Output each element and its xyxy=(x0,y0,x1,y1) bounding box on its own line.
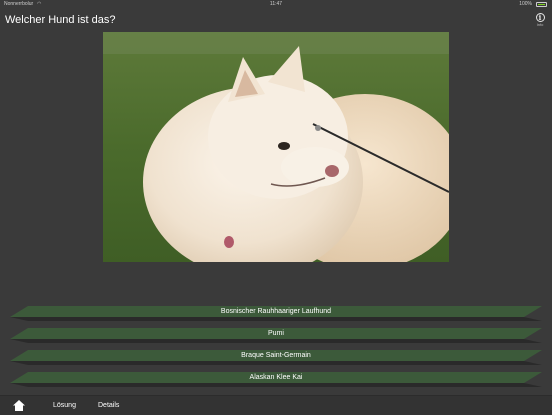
answer-label-2: Pumi xyxy=(268,330,284,337)
answer-button-4[interactable]: Alaskan Klee Kai xyxy=(10,372,542,387)
info-icon: i xyxy=(535,13,545,22)
answer-label-3: Braque Saint-Germain xyxy=(241,352,311,359)
battery-icon xyxy=(536,2,547,7)
page-title: Welcher Hund ist das? xyxy=(5,14,116,26)
info-button[interactable]: i Info xyxy=(533,13,547,27)
bottom-toolbar: Lösung Details xyxy=(0,395,552,415)
status-bar: Nonnerrbolur ◠ 11:47 100% xyxy=(0,0,552,9)
info-label: Info xyxy=(536,22,544,27)
solution-button[interactable]: Lösung xyxy=(53,396,76,415)
answer-label-4: Alaskan Klee Kai xyxy=(249,374,303,381)
details-button[interactable]: Details xyxy=(98,396,119,415)
dog-photo xyxy=(103,32,449,262)
battery-percent: 100% xyxy=(519,1,532,7)
answer-button-3[interactable]: Braque Saint-Germain xyxy=(10,350,542,365)
answer-label-1: Bosnischer Rauhhaariger Laufhund xyxy=(220,308,332,315)
dog-image xyxy=(103,32,449,262)
answer-button-1[interactable]: Bosnischer Rauhhaariger Laufhund xyxy=(10,306,542,321)
home-icon[interactable] xyxy=(13,400,25,411)
answer-button-2[interactable]: Pumi xyxy=(10,328,542,343)
status-time: 11:47 xyxy=(269,1,283,7)
